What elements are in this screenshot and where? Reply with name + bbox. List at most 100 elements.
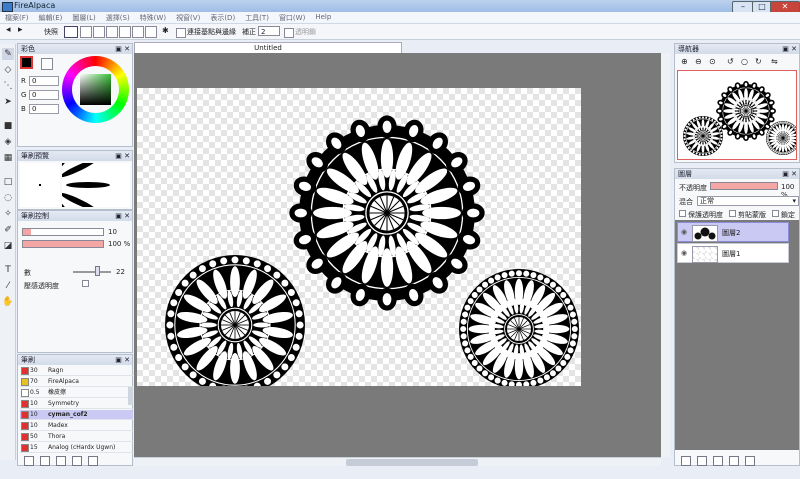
layer-row-1[interactable]: ◉ 圖層1 <box>677 243 789 263</box>
layers-header: 圖層 ▣ ✕ <box>675 169 799 179</box>
aa-slider-handle[interactable] <box>95 266 100 276</box>
brush-opacity-slider[interactable] <box>22 240 104 248</box>
brush-settings-icon[interactable] <box>56 456 66 466</box>
select-eraser-tool-icon[interactable]: ◪ <box>2 240 14 252</box>
panel-close-icon[interactable]: ▣ ✕ <box>115 355 130 365</box>
snap-curve-button[interactable] <box>132 26 144 38</box>
zoom-in-icon[interactable]: ⊕ <box>681 57 688 66</box>
panel-close-icon[interactable]: ▣ ✕ <box>115 151 130 161</box>
brush-tool-icon[interactable]: ✎ <box>2 48 14 60</box>
lasso-tool-icon[interactable]: ◌ <box>2 192 14 204</box>
brush-list-item[interactable]: 70 FireAlpaca <box>20 377 133 387</box>
snap-parallel-button[interactable] <box>80 26 92 38</box>
chevron-down-icon: ▾ <box>792 197 796 205</box>
horizontal-scroll-thumb[interactable] <box>346 459 478 466</box>
import-brush-icon[interactable] <box>72 456 82 466</box>
delete-layer-icon[interactable] <box>745 456 755 466</box>
undo-icon[interactable]: ◂ <box>6 25 11 35</box>
brush-list-item[interactable]: 0.5 橡皮擦 <box>20 388 133 398</box>
saturation-value-square[interactable] <box>80 74 111 105</box>
eye-icon[interactable]: ◉ <box>681 228 687 236</box>
lock-checkbox[interactable] <box>284 28 294 38</box>
primary-color-swatch[interactable] <box>20 56 33 69</box>
duplicate-layer-icon[interactable] <box>713 456 723 466</box>
antialias-checkbox[interactable] <box>176 28 186 38</box>
vertical-scrollbar[interactable] <box>661 53 670 457</box>
b-value-field[interactable]: 0 <box>29 104 59 114</box>
zoom-fit-icon[interactable]: ⊙ <box>709 57 716 66</box>
r-value-field[interactable]: 0 <box>29 76 59 86</box>
flip-icon[interactable]: ⇋ <box>771 57 778 66</box>
menu-window[interactable]: 窗口(W) <box>274 12 310 23</box>
dot-tool-icon[interactable]: ⋱ <box>2 80 14 92</box>
panel-close-icon[interactable]: ▣ ✕ <box>782 44 797 54</box>
duplicate-brush-icon[interactable] <box>40 456 50 466</box>
blend-mode-select[interactable]: 正常 ▾ <box>697 196 799 206</box>
secondary-color-swatch[interactable] <box>41 58 53 70</box>
menu-filter[interactable]: 特殊(W) <box>135 12 171 23</box>
snap-settings-icon[interactable]: ✱ <box>162 26 169 35</box>
brush-list-item[interactable]: 50 Thora <box>20 432 133 442</box>
g-value-field[interactable]: 0 <box>29 90 59 100</box>
bucket-tool-icon[interactable]: ◈ <box>2 136 14 148</box>
rotate-reset-icon[interactable]: ○ <box>741 57 748 66</box>
hue-wheel[interactable] <box>62 56 129 123</box>
brush-list-scrollbar[interactable] <box>128 387 133 405</box>
brush-size-slider[interactable] <box>22 228 104 236</box>
gradient-tool-icon[interactable]: ▦ <box>2 152 14 164</box>
panel-close-icon[interactable]: ▣ ✕ <box>115 211 130 221</box>
zoom-out-icon[interactable]: ⊖ <box>695 57 702 66</box>
correction-select[interactable]: 2 <box>258 26 280 36</box>
new-brush-icon[interactable] <box>24 456 34 466</box>
layer-row-2[interactable]: ◉ 圖層2 <box>677 222 789 242</box>
snap-off-button[interactable] <box>64 26 78 38</box>
brush-list-item[interactable]: 30 Ragn <box>20 366 133 376</box>
aa-slider-track[interactable] <box>73 271 111 273</box>
protect-alpha-checkbox[interactable] <box>679 210 686 217</box>
select-pen-tool-icon[interactable]: ✐ <box>2 224 14 236</box>
menu-file[interactable]: 檔案(F) <box>0 12 34 23</box>
brush-list-item[interactable]: 15 Analog (cHardx Ugwn) <box>20 443 133 453</box>
menu-help[interactable]: Help <box>310 12 336 23</box>
new-layer-icon[interactable] <box>681 456 691 466</box>
select-tool-icon[interactable]: □ <box>2 176 14 188</box>
drawing-canvas[interactable] <box>137 88 581 395</box>
brush-list-item[interactable]: 10 cyman_cof2 <box>20 410 133 420</box>
menu-display[interactable]: 表示(D) <box>205 12 240 23</box>
brush-list-item[interactable]: 10 Symmetry <box>20 399 133 409</box>
menu-layer[interactable]: 圖層(L) <box>67 12 100 23</box>
fill-tool-icon[interactable]: ■ <box>2 120 14 132</box>
eye-icon[interactable]: ◉ <box>681 249 687 257</box>
rotate-left-icon[interactable]: ↺ <box>727 57 734 66</box>
new-folder-icon[interactable] <box>697 456 707 466</box>
snap-grid-button[interactable] <box>93 26 105 38</box>
move-tool-icon[interactable]: ➤ <box>2 96 14 108</box>
merge-layer-icon[interactable] <box>729 456 739 466</box>
clipping-checkbox[interactable] <box>729 210 736 217</box>
brush-list-item[interactable]: 10 Madex <box>20 421 133 431</box>
menu-edit[interactable]: 編輯(E) <box>34 12 68 23</box>
lock-layer-checkbox[interactable] <box>772 210 779 217</box>
menu-select[interactable]: 選擇(S) <box>101 12 135 23</box>
hand-tool-icon[interactable]: ✋ <box>2 296 14 308</box>
document-tab[interactable]: Untitled <box>134 42 402 53</box>
text-tool-icon[interactable]: T <box>2 264 14 276</box>
panel-close-icon[interactable]: ▣ ✕ <box>782 169 797 179</box>
magic-wand-tool-icon[interactable]: ✧ <box>2 208 14 220</box>
redo-icon[interactable]: ▸ <box>18 25 23 35</box>
delete-brush-icon[interactable] <box>88 456 98 466</box>
pressure-checkbox[interactable] <box>82 280 89 287</box>
navigator-preview[interactable] <box>677 70 800 160</box>
eyedropper-tool-icon[interactable]: ⁄ <box>2 280 14 292</box>
rotate-right-icon[interactable]: ↻ <box>755 57 762 66</box>
menu-view[interactable]: 視窗(V) <box>171 12 205 23</box>
horizontal-scrollbar[interactable] <box>134 457 661 466</box>
layer-opacity-slider[interactable] <box>710 182 778 190</box>
panel-close-icon[interactable]: ▣ ✕ <box>115 44 130 54</box>
menu-tools[interactable]: 工具(T) <box>240 12 274 23</box>
snap-radial-button[interactable] <box>106 26 118 38</box>
brush-dot-preview <box>20 163 60 207</box>
snap-3d-button[interactable] <box>145 26 157 38</box>
eraser-tool-icon[interactable]: ◇ <box>2 64 14 76</box>
snap-circle-button[interactable] <box>119 26 131 38</box>
